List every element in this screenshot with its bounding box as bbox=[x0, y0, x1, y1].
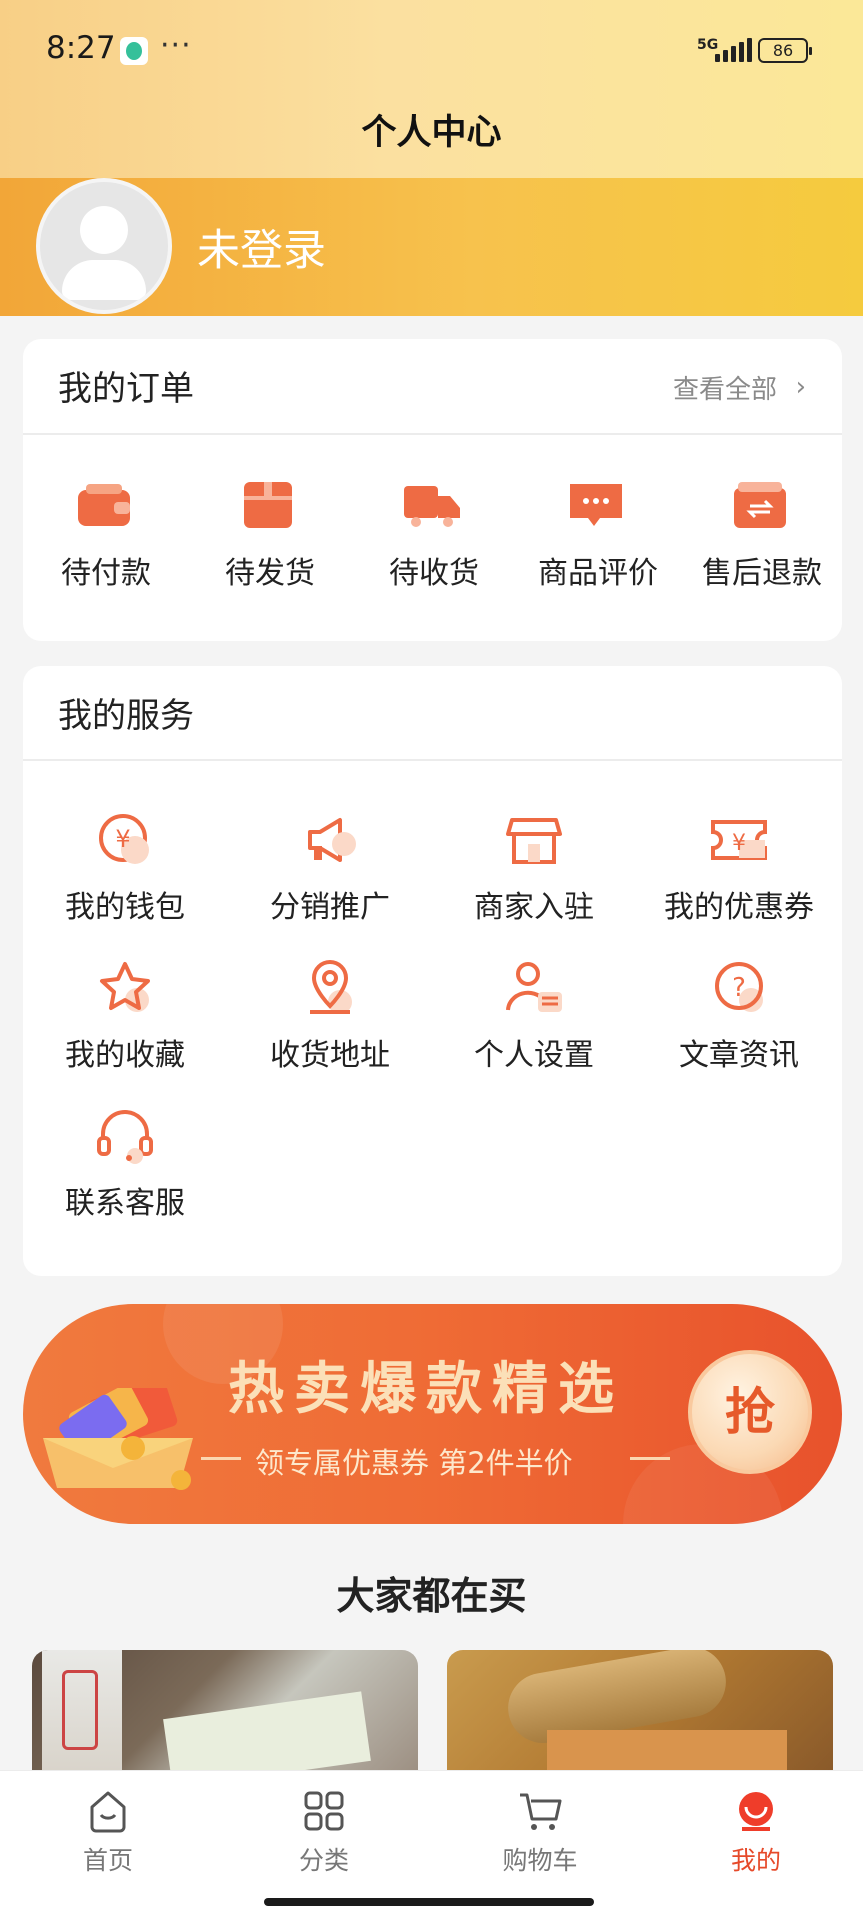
nav-cart[interactable]: 购物车 bbox=[432, 1789, 648, 1879]
home-indicator bbox=[264, 1898, 594, 1906]
nav-category[interactable]: 分类 bbox=[216, 1789, 432, 1879]
svg-text:¥: ¥ bbox=[732, 831, 746, 856]
more-notifications-icon: ··· bbox=[160, 28, 192, 63]
service-label: 收货地址 bbox=[270, 1038, 390, 1073]
megaphone-icon bbox=[308, 818, 356, 862]
wallet-icon bbox=[78, 484, 130, 526]
location-icon bbox=[310, 959, 352, 1014]
page-title: 个人中心 bbox=[361, 113, 502, 153]
service-label: 文章资讯 bbox=[679, 1038, 799, 1073]
status-bar: 8:27 ··· 5G 86 bbox=[0, 0, 863, 100]
decoration bbox=[630, 1457, 670, 1460]
user-settings-icon bbox=[506, 962, 562, 1012]
divider bbox=[23, 433, 842, 435]
services-title: 我的服务 bbox=[58, 696, 194, 736]
section-title: 大家都在买 bbox=[336, 1574, 527, 1618]
home-icon bbox=[90, 1791, 126, 1833]
service-label: 分销推广 bbox=[270, 890, 390, 925]
battery-icon: 86 bbox=[758, 38, 812, 63]
product-card[interactable] bbox=[447, 1650, 833, 1770]
avatar[interactable] bbox=[36, 178, 172, 314]
order-label: 待收货 bbox=[389, 556, 479, 591]
grab-button[interactable]: 抢 bbox=[688, 1350, 812, 1474]
grid-icon bbox=[304, 1791, 344, 1831]
truck-icon bbox=[404, 486, 460, 527]
orders-title: 我的订单 bbox=[58, 369, 194, 409]
app-notification-icon bbox=[120, 37, 148, 65]
login-prompt[interactable]: 未登录 bbox=[197, 216, 326, 278]
svg-text:?: ? bbox=[732, 973, 746, 1003]
chevron-right-icon[interactable]: › bbox=[796, 372, 806, 402]
gift-coupon-icon bbox=[43, 1388, 193, 1490]
comment-icon bbox=[570, 484, 622, 526]
product-image bbox=[163, 1691, 371, 1770]
cart-icon bbox=[520, 1793, 562, 1830]
service-label: 联系客服 bbox=[65, 1186, 185, 1221]
question-icon: ? bbox=[715, 962, 763, 1012]
product-image bbox=[547, 1730, 787, 1770]
banner-subtitle: 领专属优惠券 第2件半价 bbox=[255, 1446, 573, 1480]
coupon-icon: ¥ bbox=[711, 820, 767, 860]
promo-banner[interactable]: 热卖爆款精选 领专属优惠券 第2件半价 抢 bbox=[23, 1304, 842, 1524]
decoration bbox=[201, 1457, 241, 1460]
service-label: 我的收藏 bbox=[65, 1038, 185, 1073]
order-label: 待付款 bbox=[61, 556, 151, 591]
package-icon bbox=[244, 482, 292, 528]
nav-profile[interactable]: 我的 bbox=[648, 1789, 863, 1879]
service-label: 我的钱包 bbox=[65, 890, 185, 925]
divider bbox=[23, 759, 842, 761]
service-label: 我的优惠券 bbox=[664, 890, 814, 925]
wallet-coin-icon: ¥ bbox=[99, 814, 149, 864]
order-label: 商品评价 bbox=[538, 556, 658, 591]
refund-icon bbox=[734, 482, 786, 528]
banner-title: 热卖爆款精选 bbox=[228, 1357, 624, 1422]
headset-icon bbox=[97, 1110, 153, 1164]
view-all-orders-link[interactable]: 查看全部 bbox=[673, 369, 777, 406]
nav-label: 分类 bbox=[298, 1846, 349, 1875]
nav-label: 首页 bbox=[82, 1846, 133, 1875]
profile-icon bbox=[739, 1792, 773, 1831]
product-card[interactable] bbox=[32, 1650, 418, 1770]
nav-label: 我的 bbox=[730, 1846, 781, 1875]
service-label: 商家入驻 bbox=[474, 890, 594, 925]
svg-text:¥: ¥ bbox=[115, 825, 130, 853]
order-label: 售后退款 bbox=[702, 556, 822, 591]
star-icon bbox=[100, 962, 150, 1012]
nav-home[interactable]: 首页 bbox=[0, 1789, 216, 1879]
status-time: 8:27 bbox=[46, 30, 116, 66]
order-label: 待发货 bbox=[225, 556, 315, 591]
product-image bbox=[62, 1670, 98, 1750]
signal-icon bbox=[715, 38, 755, 62]
service-label: 个人设置 bbox=[474, 1038, 594, 1073]
store-icon bbox=[506, 818, 562, 864]
nav-label: 购物车 bbox=[502, 1846, 578, 1875]
